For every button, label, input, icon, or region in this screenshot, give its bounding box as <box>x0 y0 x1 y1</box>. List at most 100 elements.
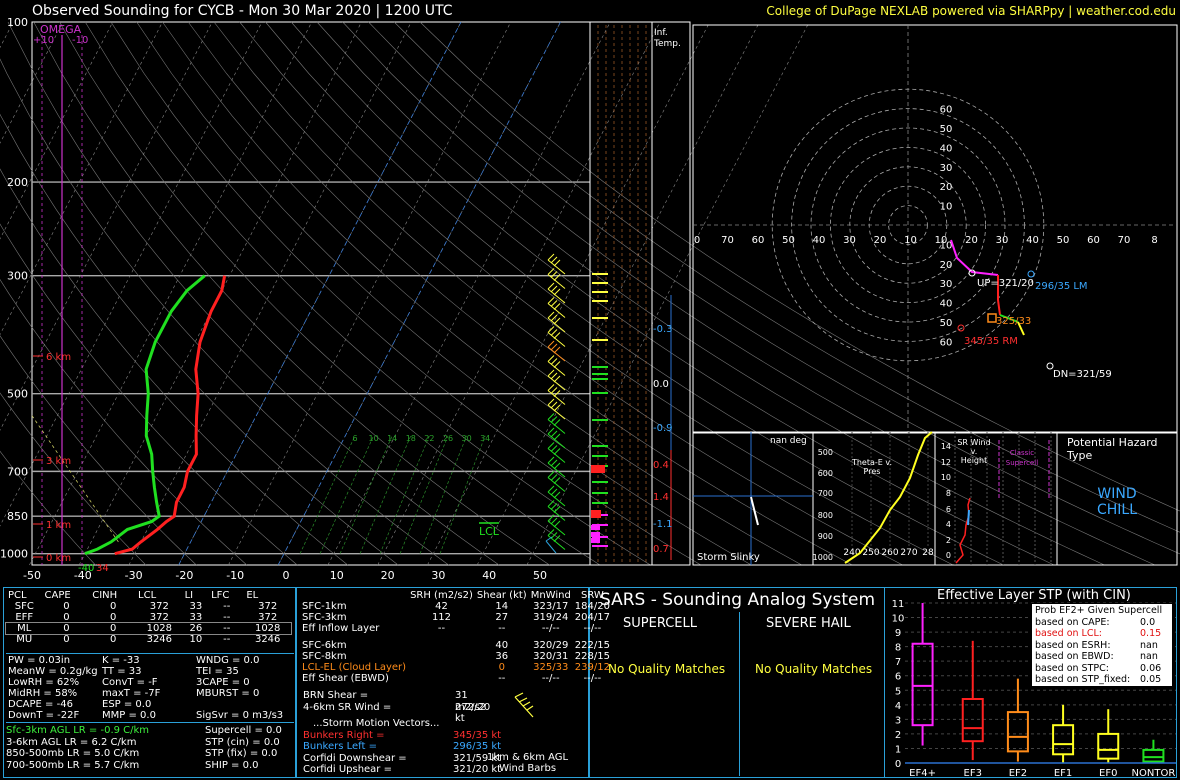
slinky-frame <box>692 431 814 566</box>
omega-tick: +10 <box>33 35 54 46</box>
kinematics-table: SRH (m2/s2) Shear (kt) MnWind SRW SFC-1km 42 1… <box>300 590 612 684</box>
indices-table: PW = 0.03in K = -33 WNDG = 0.0 MeanW = 0.2g… <box>6 655 298 721</box>
inf-value: 0.4 <box>653 460 669 471</box>
srwind-trace-blue <box>967 509 970 526</box>
red-block <box>591 465 605 473</box>
kin-cell: 36 <box>495 651 509 662</box>
hodo-x-label: 60 <box>1087 235 1100 246</box>
kin-cell: 204/17 <box>574 612 610 623</box>
parcel-row: ML 0 0 1028 26 -- 1028 <box>5 622 292 635</box>
parcel-cell: EFF <box>15 612 34 623</box>
classic-label: Supercell <box>1006 459 1038 467</box>
thetae-title: Theta-E v. <box>851 458 892 467</box>
divider <box>6 653 294 654</box>
kin-cell: 239/12 <box>574 662 610 673</box>
pressure-label: 300 <box>7 270 28 283</box>
hodo-x-label: 30 <box>843 235 856 246</box>
lapse-rate: 3-6km AGL LR = 6.2 C/km <box>6 736 137 748</box>
hodo-ring-label: 40 <box>940 143 953 154</box>
brn-block: BRN Shear = 31 m2/s2 4-6km SR Wind = 272/2… <box>303 690 491 724</box>
index-row: PW = 0.03in K = -33 WNDG = 0.0 <box>6 655 298 666</box>
pressure-label: 1000 <box>0 548 28 561</box>
hodograph: 1010202030304040505060600 70 60 50 40 30 20 10 1… <box>693 25 1177 433</box>
zero-isotherm <box>277 21 561 566</box>
kin-cell: -- <box>498 673 506 684</box>
kin-cell: --/-- <box>583 623 602 634</box>
thetae-y-label: 500 <box>818 448 833 457</box>
dry-adiabat <box>162 21 802 566</box>
stp-x-label: EF0 <box>1099 768 1117 778</box>
parcel-row: SFC 0 0 372 33 -- 372 <box>6 601 291 612</box>
parcel-cell: MU <box>16 634 33 645</box>
hodo-label: DN=321/59 <box>1053 369 1112 380</box>
thetae-x-label: 270 <box>900 548 917 558</box>
parcel-cell: -- <box>223 612 231 623</box>
parcel-cell: 1028 <box>146 623 173 634</box>
temp-label: -20 <box>175 569 193 582</box>
lapse-rate: Sfc-3km AGL LR = -0.9 C/km <box>6 725 150 736</box>
pressure-label: 700 <box>7 465 28 478</box>
parcel-cell: 1028 <box>254 623 281 634</box>
kin-cell: -- <box>498 623 506 634</box>
composites: Supercell = 0.0 STP (cin) = 0.0 STP (fix) … <box>205 725 282 771</box>
parcel-header: LCL <box>138 590 157 601</box>
parcel-cell: 33 <box>189 612 203 623</box>
isotherm <box>327 21 611 566</box>
hodo-x-label: 70 <box>721 235 734 246</box>
stp-y-label: 3 <box>895 715 901 726</box>
hodo-x-label: 60 <box>752 235 765 246</box>
dry-adiabat <box>110 21 701 566</box>
hodo-ring-label: 20 <box>940 182 953 193</box>
stp-y-label: 4 <box>895 701 901 712</box>
kin-header: Shear (kt) <box>476 590 527 601</box>
stp-y-label: 9 <box>895 628 901 639</box>
thetae-title: Pres <box>864 467 881 476</box>
dry-adiabat <box>187 21 853 566</box>
sfc-temp-label: 34 <box>96 563 109 574</box>
srwind-y-label: 0 <box>946 551 951 560</box>
dry-adiabat <box>342 21 1156 566</box>
storm-row: Corfidi Downshear = 321/59 kt <box>303 752 502 764</box>
hodo-x-label: 40 <box>813 235 826 246</box>
index-cell: LowRH = 62% <box>8 677 80 688</box>
pressure-label: 850 <box>7 510 28 523</box>
hodo-ring-label: 40 <box>940 299 953 310</box>
dry-adiabat <box>136 21 752 566</box>
kin-cell: 27 <box>495 612 509 623</box>
stp-box <box>1142 748 1165 763</box>
kin-row: SFC-3km 112 27 319/24 204/17 <box>300 612 612 623</box>
mixing-line <box>379 435 430 554</box>
mixing-line <box>359 435 412 554</box>
omega-tick: -10 <box>72 35 88 46</box>
inf-value: 0.7 <box>653 544 669 555</box>
parcel-header: LFC <box>211 590 230 601</box>
kin-cell: 228/15 <box>574 651 610 662</box>
stp-y-label: 10 <box>892 614 905 625</box>
parcel-cell: 0 <box>109 601 117 612</box>
hodo-ring-label: 60 <box>940 337 953 348</box>
parcel-cell: 10 <box>189 634 203 645</box>
thetae-trace <box>844 431 933 564</box>
parcel-cell: 0 <box>63 623 70 634</box>
hodo-ring-label: 60 <box>940 105 953 116</box>
kin-cell: 222/15 <box>574 640 610 651</box>
height-label: 1 km <box>46 520 71 531</box>
index-cell: MeanW = 0.2g/kg <box>8 666 98 677</box>
inf-value: -1.1 <box>653 519 673 530</box>
kin-cell: --/-- <box>541 673 560 684</box>
classic-label: Classic <box>1010 449 1034 457</box>
index-cell: MBURST = 0 <box>196 688 260 699</box>
temp-label: 10 <box>330 569 344 582</box>
lapse-rates: Sfc-3km AGL LR = -0.9 C/km 3-6km AGL LR =… <box>6 725 149 771</box>
hodo-ring-label: 10 <box>940 202 953 213</box>
isotherm <box>526 21 810 566</box>
stp-y-label: 11 <box>892 600 905 610</box>
parcel-cell: 0 <box>109 612 117 623</box>
lapse-rate: 700-500mb LR = 5.7 C/km <box>6 759 140 771</box>
dry-adiabat <box>0 335 197 566</box>
mean-wind-marker <box>987 313 997 323</box>
mixing-label: 14 <box>387 434 397 443</box>
pressure-label: 500 <box>7 388 28 401</box>
stp-x-label: EF1 <box>1054 768 1072 778</box>
dry-adiabat <box>213 21 903 566</box>
